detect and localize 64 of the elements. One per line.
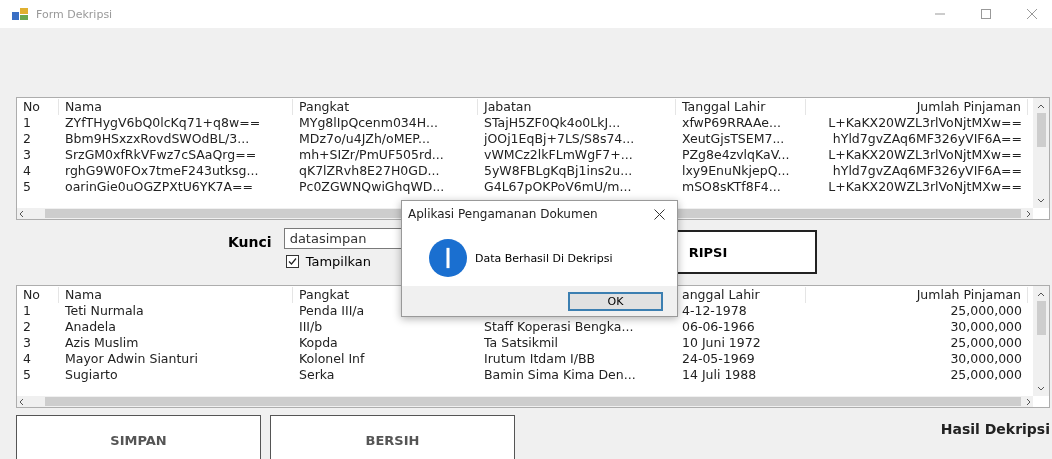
table-cell: Kolonel Inf xyxy=(299,351,365,366)
table-cell: Sugiarto xyxy=(65,367,118,382)
table-cell: 1 xyxy=(23,303,31,318)
table-cell: jOOj1EqBj+7LS/S8s74... xyxy=(484,131,635,146)
table-cell: G4L67pOKPoV6mU/m... xyxy=(484,179,632,194)
table-cell: L+KaKX20WZL3rlVoNjtMXw== xyxy=(828,115,1022,130)
table-cell: Ta Satsikmil xyxy=(484,335,559,350)
table-cell: Kopda xyxy=(299,335,338,350)
table-cell: Mayor Adwin Sianturi xyxy=(65,351,198,366)
table-cell: ZYfTHygV6bQ0lcKq71+q8w== xyxy=(65,115,261,130)
table-cell: 24-05-1969 xyxy=(682,351,755,366)
table-cell: hYld7gvZAq6MF326yVIF6A== xyxy=(832,131,1022,146)
table-cell: rghG9W0FOx7tmeF243utksg... xyxy=(65,163,259,178)
table-cell: vWMCz2lkFLmWgF7+... xyxy=(484,147,633,162)
table-cell: 30,000,000 xyxy=(950,319,1022,334)
table-cell: oarinGie0uOGZPXtU6YK7A== xyxy=(65,179,254,194)
table-cell: Irutum Itdam I/BB xyxy=(484,351,596,366)
key-label: Kunci xyxy=(228,234,272,250)
table-cell: qK7lZRvh8E27H0GD... xyxy=(299,163,440,178)
table-cell: Bbm9HSxzxRovdSWOdBL/3... xyxy=(65,131,250,146)
table-cell: STajH5ZF0Qk4o0LkJ... xyxy=(484,115,621,130)
table-cell: MYg8lIpQcenm034H... xyxy=(299,115,438,130)
table-cell: 25,000,000 xyxy=(950,335,1022,350)
table-cell: 06-06-1966 xyxy=(682,319,755,334)
table-cell: mSO8sKTf8F4... xyxy=(682,179,781,194)
table-cell: 4-12-1978 xyxy=(682,303,747,318)
table-cell: 3 xyxy=(23,147,31,162)
table-cell: L+KaKX20WZL3rlVoNjtMXw== xyxy=(828,147,1022,162)
table-cell: 10 Juni 1972 xyxy=(682,335,761,350)
table-cell: SrzGM0xfRkVFwz7cSAaQrg== xyxy=(65,147,257,162)
table-cell: 1 xyxy=(23,115,31,130)
table-cell: 4 xyxy=(23,351,31,366)
table-cell: Pc0ZGWNQwiGhqWD... xyxy=(299,179,445,194)
table-cell: MDz7o/u4JZh/oMEP... xyxy=(299,131,430,146)
table-cell: hYld7gvZAq6MF326yVIF6A== xyxy=(832,163,1022,178)
table-cell: Bamin Sima Kima Den... xyxy=(484,367,636,382)
table-cell: xfwP69RRAAe... xyxy=(682,115,781,130)
checkbox-label: Tampilkan xyxy=(305,254,372,269)
table-cell: L+KaKX20WZL3rlVoNjtMXw== xyxy=(828,179,1022,194)
table-cell: lxy9EnuNkjepQ... xyxy=(682,163,790,178)
table-cell: III/b xyxy=(299,319,323,334)
table-cell: Azis Muslim xyxy=(65,335,139,350)
table-cell: Serka xyxy=(299,367,335,382)
table-cell: 5yW8FBLgKqBj1ins2u... xyxy=(484,163,633,178)
table-cell: 25,000,000 xyxy=(950,367,1022,382)
table-cell: 30,000,000 xyxy=(950,351,1022,366)
window-title: Form Dekripsi xyxy=(36,7,113,21)
table-cell: 3 xyxy=(23,335,31,350)
table-cell: XeutGjsTSEM7... xyxy=(682,131,785,146)
table-cell: Staff Koperasi Bengka... xyxy=(484,319,634,334)
table-cell: 2 xyxy=(23,131,31,146)
table-cell: 4 xyxy=(23,163,31,178)
table-cell: 25,000,000 xyxy=(950,303,1022,318)
dialog-title: Aplikasi Pengamanan Dokumen xyxy=(408,207,598,221)
result-label: Hasil Dekripsi xyxy=(940,421,1050,437)
table-cell: 14 Juli 1988 xyxy=(682,367,757,382)
table-cell: PZg8e4zvlqKaV... xyxy=(682,147,790,162)
table-cell: mh+SIZr/PmUF505rd... xyxy=(299,147,444,162)
table-cell: Penda III/a xyxy=(299,303,365,318)
table-cell: 2 xyxy=(23,319,31,334)
table-cell: 5 xyxy=(23,179,31,194)
table-cell: Teti Nurmala xyxy=(65,303,144,318)
table-cell: 5 xyxy=(23,367,31,382)
table-cell: Anadela xyxy=(65,319,116,334)
